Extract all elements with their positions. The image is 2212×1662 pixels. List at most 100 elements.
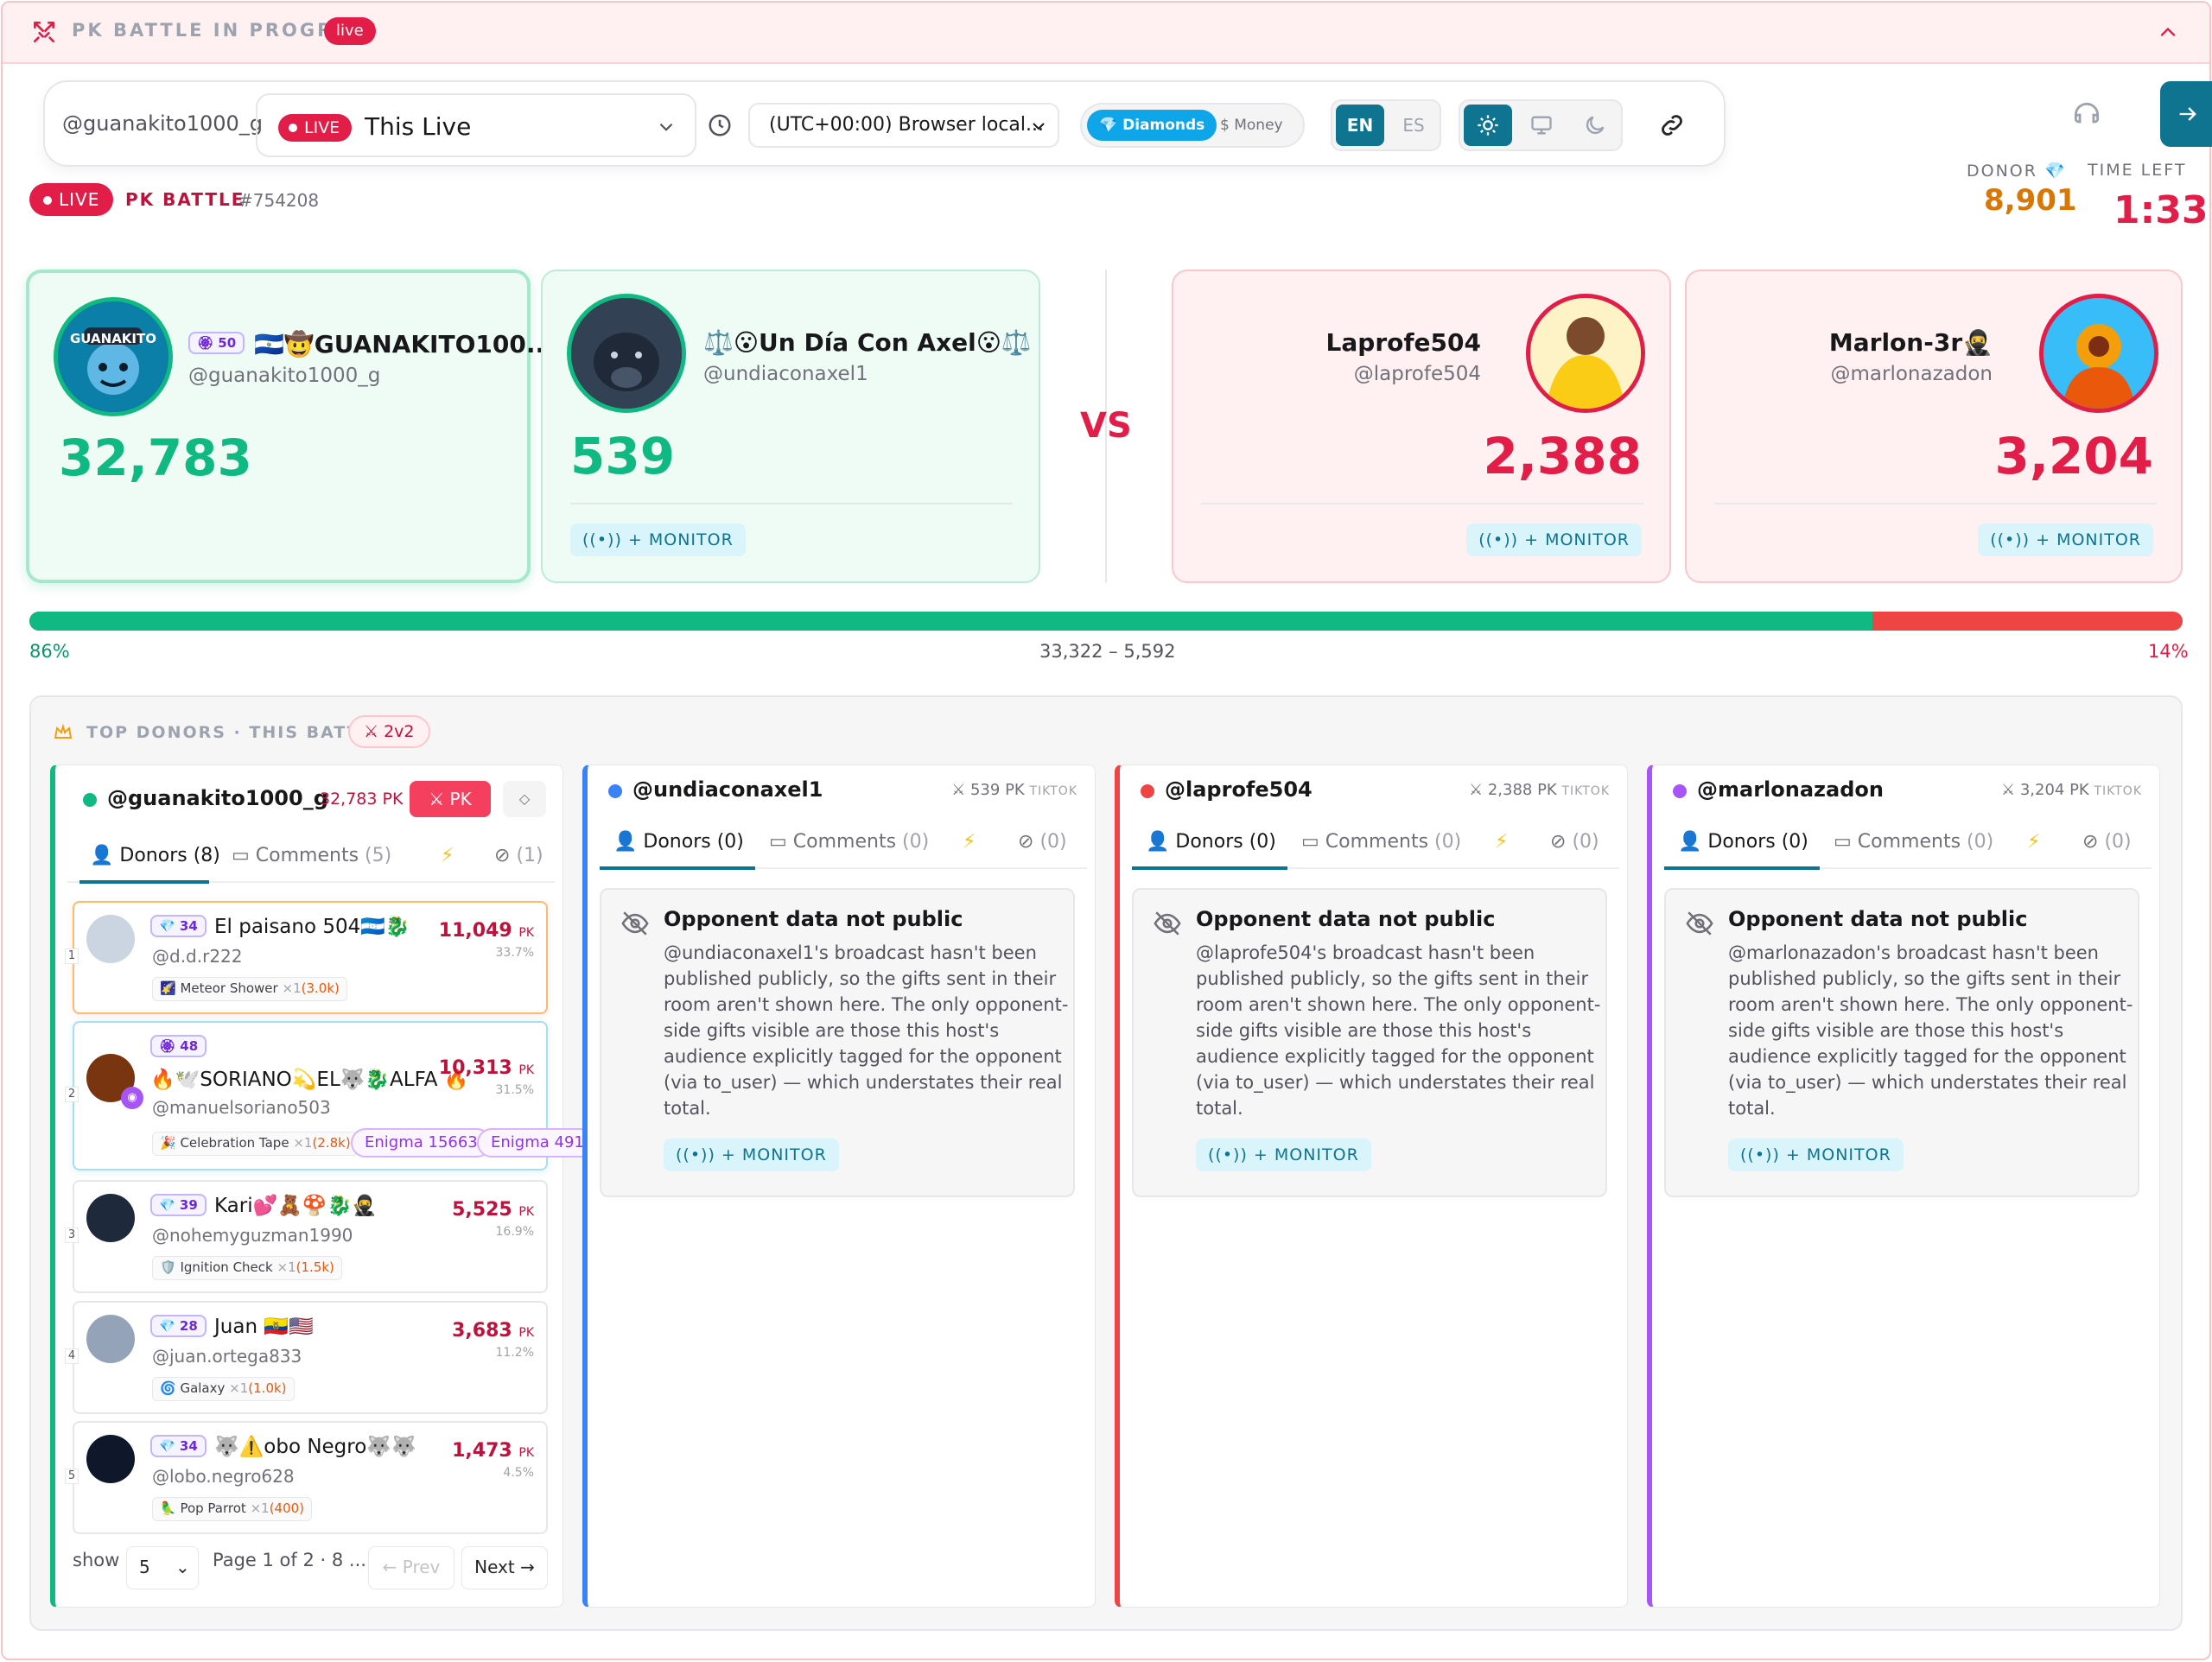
donor-value-number: 5,525: [452, 1199, 512, 1221]
lang-en-button[interactable]: EN: [1336, 105, 1384, 146]
tab-hidden[interactable]: ⊘ (0): [2082, 831, 2132, 853]
mode-badge: ⚔ 2v2: [348, 715, 430, 748]
tab-comments-count: (5): [365, 845, 392, 866]
monitor-label: + MONITOR: [1253, 1145, 1359, 1164]
prev-page-button[interactable]: ← Prev: [368, 1546, 454, 1589]
donor-percent: 16.9%: [495, 1225, 534, 1239]
tab-flash[interactable]: ⚡: [1495, 831, 1508, 853]
theme-system-button[interactable]: [1517, 105, 1566, 146]
tab-donors[interactable]: 👤 Donors (0): [1146, 831, 1276, 853]
next-page-button[interactable]: Next →: [461, 1546, 548, 1589]
donor-row[interactable]: 2 ◉ 🏵 48 🔥🕊️SORIANO💫EL🐺🐉ALFA 🔥 @manuelso…: [65, 1021, 618, 1170]
donor-row[interactable]: 4 💎 28 Juan 🇪🇨🇺🇸 @juan.ortega833 3,683 P…: [65, 1301, 548, 1414]
player-card-opponent-1[interactable]: Laprofe504 @laprofe504 2,388 ((•)) + MON…: [1172, 270, 1671, 583]
player-name: ⚖️😮Un Día Con Axel😮⚖️: [703, 328, 1032, 357]
notice-title: Opponent data not public: [664, 907, 963, 931]
player-score: 32,783: [59, 428, 252, 487]
tab-hidden[interactable]: ⊘ (1): [494, 845, 543, 866]
currency-diamonds-button[interactable]: 💎 Diamonds: [1087, 110, 1217, 141]
player-card-teammate[interactable]: ⚖️😮Un Día Con Axel😮⚖️ @undiaconaxel1 539…: [541, 270, 1040, 583]
eye-off-icon: ⊘: [494, 845, 511, 866]
currency-diamonds-label: Diamonds: [1122, 117, 1205, 134]
gift-name: 🛡️ Ignition Check: [160, 1259, 273, 1275]
tab-donors[interactable]: 👤 Donors (8): [90, 845, 220, 866]
monitor-button[interactable]: ((•)) + MONITOR: [1728, 1139, 1904, 1171]
donor-row[interactable]: 1 💎 34 El paisano 504🇭🇳🐉 @d.d.r222 11,04…: [65, 901, 548, 1014]
session-select[interactable]: LIVE This Live: [256, 93, 696, 157]
monitor-button[interactable]: ((•)) + MONITOR: [664, 1139, 839, 1171]
headphones-icon[interactable]: [2070, 98, 2103, 131]
banner-live-badge: live: [324, 17, 376, 45]
enigma-badge[interactable]: Enigma 15663: [351, 1128, 492, 1158]
player-card-opponent-2[interactable]: Marlon-3r🥷 @marlonazadon 3,204 ((•)) + M…: [1685, 270, 2183, 583]
broadcast-icon: ((•)): [1740, 1145, 1780, 1164]
diamond-filter-button[interactable]: ◇: [503, 781, 546, 817]
theme-dark-button[interactable]: [1571, 105, 1619, 146]
tab-comments[interactable]: ▭ Comments (5): [232, 845, 391, 866]
column-tabs: 👤 Donors (0) ▭ Comments (0) ⚡ ⊘ (0): [1664, 822, 2152, 870]
mode-text: 2v2: [384, 722, 415, 741]
battle-banner[interactable]: PK BATTLE IN PROGRESS live: [3, 3, 2209, 64]
level-value: 48: [180, 1038, 199, 1054]
avatar: [1526, 294, 1645, 413]
tab-donors[interactable]: 👤 Donors (0): [1678, 831, 1808, 853]
level-value: 28: [179, 1318, 198, 1334]
theme-light-button[interactable]: [1464, 105, 1512, 146]
live-chip: LIVE: [29, 183, 114, 216]
status-dot: [1673, 784, 1687, 798]
broadcast-icon: ((•)): [1990, 530, 2031, 549]
avatar: [567, 294, 686, 413]
exit-button[interactable]: [2160, 81, 2212, 147]
column-pk: ⚔ 2,388 PK TIKTOK: [1469, 781, 1610, 799]
tab-hidden[interactable]: ⊘ (0): [1018, 831, 1067, 853]
link-icon[interactable]: [1657, 111, 1687, 140]
column-pk-value: 2,388 PK: [1487, 781, 1557, 799]
currency-money-button[interactable]: $ Money: [1211, 110, 1292, 141]
timezone-select[interactable]: (UTC+00:00) Browser local...: [748, 103, 1059, 148]
lang-es-button[interactable]: ES: [1389, 105, 1438, 146]
tab-flash[interactable]: ⚡: [2027, 831, 2040, 853]
tab-hidden-count: (1): [516, 845, 543, 866]
monitor-button[interactable]: ((•)) + MONITOR: [1466, 523, 1642, 556]
tab-flash[interactable]: ⚡: [441, 845, 454, 866]
clock-icon: [709, 114, 731, 136]
bolt-icon: ⚡: [1495, 831, 1509, 853]
progress-left-pct: 86%: [29, 641, 70, 662]
page-size-select[interactable]: 5 ⌄: [126, 1546, 199, 1589]
battle-title: PK BATTLE: [125, 189, 245, 210]
tab-donors-label: Donors: [643, 831, 711, 853]
chevron-up-icon[interactable]: [2156, 20, 2180, 44]
tab-donors[interactable]: 👤 Donors (0): [613, 831, 744, 853]
tab-donors-label: Donors: [119, 845, 188, 866]
donor-row[interactable]: 3 💎 39 Kari💕🧸🍄🐉🥷 @nohemyguzman1990 5,525…: [65, 1180, 548, 1293]
chevron-down-icon: ⌄: [175, 1557, 190, 1577]
tab-donors-label: Donors: [1707, 831, 1776, 853]
card-divider: [1714, 503, 2157, 504]
monitor-button[interactable]: ((•)) + MONITOR: [1196, 1139, 1371, 1171]
pk-button[interactable]: ⚔ PK: [410, 781, 491, 817]
donor-handle: @juan.ortega833: [152, 1346, 302, 1367]
monitor-button[interactable]: ((•)) + MONITOR: [570, 523, 746, 556]
level-value: 39: [179, 1197, 198, 1213]
column-tabs: 👤 Donors (0) ▭ Comments (0) ⚡ ⊘ (0): [1132, 822, 1619, 870]
tab-comments[interactable]: ▭ Comments (0): [1301, 831, 1461, 853]
tab-flash[interactable]: ⚡: [963, 831, 976, 853]
pk-battle-app: { "banner": {"title": "PK BATTLE IN PROG…: [0, 0, 2212, 1662]
tab-comments[interactable]: ▭ Comments (0): [769, 831, 929, 853]
mic-icon: ◉: [121, 1087, 143, 1109]
player-card-host[interactable]: GUANAKITO 🏵 50 🇸🇻🤠GUANAKITO100... @guana…: [26, 270, 554, 583]
column-pk: ⚔ 539 PK TIKTOK: [951, 781, 1077, 799]
tab-comments[interactable]: ▭ Comments (0): [1834, 831, 1993, 853]
donor-value: 5,525 PK: [452, 1199, 534, 1221]
donor-column-opponent: @marlonazadon ⚔ 3,204 PK TIKTOK 👤 Donors…: [1647, 764, 2160, 1608]
tab-comments-label: Comments: [1857, 831, 1961, 853]
notice-body: @laprofe504's broadcast hasn't been publ…: [1196, 942, 1601, 1119]
avatar-image: [1530, 298, 1641, 409]
column-tabs: 👤 Donors (0) ▭ Comments (0) ⚡ ⊘ (0): [600, 822, 1087, 870]
donor-handle: @lobo.negro628: [152, 1466, 295, 1487]
donor-row[interactable]: 5 💎 34 🐺⚠️obo Negro🐺🐺 @lobo.negro628 1,4…: [65, 1421, 548, 1534]
donor-percent: 4.5%: [503, 1466, 534, 1480]
tab-hidden[interactable]: ⊘ (0): [1550, 831, 1599, 853]
gift-value: (2.8k): [312, 1135, 351, 1151]
monitor-button[interactable]: ((•)) + MONITOR: [1978, 523, 2153, 556]
